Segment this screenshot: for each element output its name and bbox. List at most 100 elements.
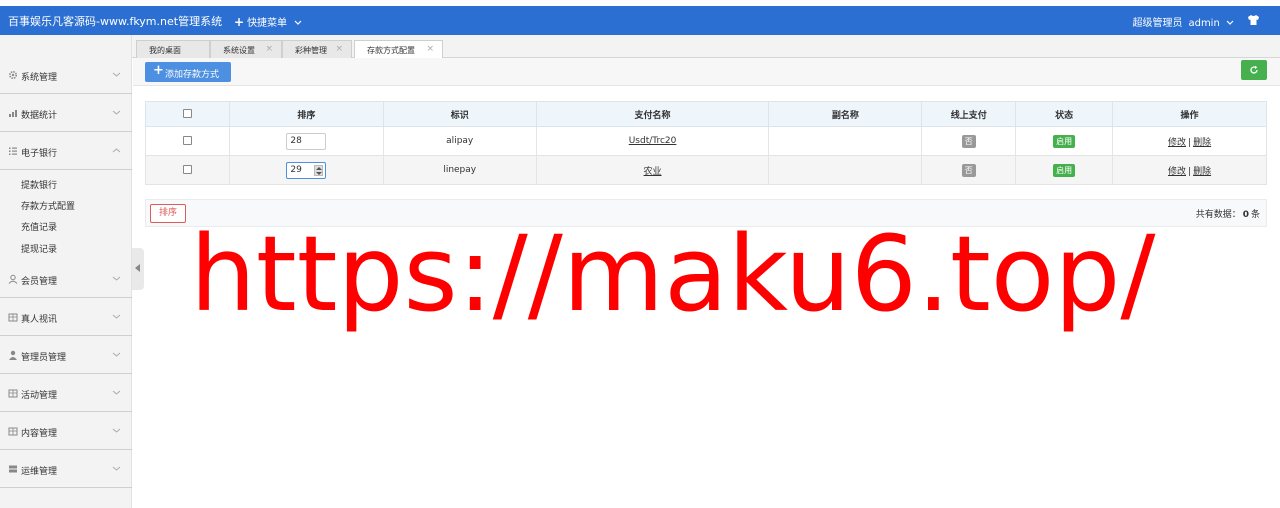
toolbar: + 添加存款方式 xyxy=(133,58,1280,86)
sort-button[interactable]: 排序 xyxy=(150,204,186,223)
sidebar-item-content[interactable]: 内容管理 xyxy=(0,412,132,450)
app-title: 百事娱乐凡客源码-www.fkym.net管理系统 xyxy=(8,15,223,28)
sidebar-item-live-video[interactable]: 真人视讯 xyxy=(0,298,132,336)
actions-cell: 修改 | 删除 xyxy=(1112,155,1267,185)
payment-name-link[interactable]: Usdt/Trc20 xyxy=(629,136,677,146)
total-number: 0 xyxy=(1242,210,1249,220)
sidebar-subitem-deposit-config[interactable]: 存款方式配置 xyxy=(21,199,75,212)
user-role: 超级管理员 xyxy=(1132,18,1183,29)
sidebar-item-members[interactable]: 会员管理 xyxy=(0,260,132,298)
top-navbar: 百事娱乐凡客源码-www.fkym.net管理系统 + 快捷菜单 超级管理员 adm… xyxy=(0,6,1280,35)
chevron-down-icon xyxy=(112,276,121,281)
arrow-down-icon xyxy=(316,171,323,175)
sidebar-item-label: 运维管理 xyxy=(21,467,58,477)
chevron-down-icon xyxy=(1226,20,1234,25)
sidebar-item-admins[interactable]: 管理员管理 xyxy=(0,336,132,374)
tab-system-settings[interactable]: 系统设置 × xyxy=(210,40,282,58)
column-header: 副名称 xyxy=(768,101,923,127)
column-header: 线上支付 xyxy=(921,101,1017,127)
add-deposit-method-button[interactable]: + 添加存款方式 xyxy=(145,62,231,82)
sidebar-subitem-withdraw-bank[interactable]: 提款银行 xyxy=(21,178,57,191)
payment-name-link[interactable]: 农业 xyxy=(644,167,662,177)
online-badge[interactable]: 否 xyxy=(961,134,976,148)
refresh-icon xyxy=(1250,65,1258,74)
tab-lottery[interactable]: 彩种管理 × xyxy=(282,40,352,58)
sidebar-collapse-handle[interactable] xyxy=(132,248,144,290)
plus-icon: + xyxy=(153,63,164,78)
total-count: 共有数据： 0 条 xyxy=(1196,207,1260,220)
row-checkbox[interactable] xyxy=(182,136,192,145)
sidebar-item-system[interactable]: 系统管理 xyxy=(0,56,132,94)
online-badge[interactable]: 否 xyxy=(961,163,976,177)
arrow-up-icon xyxy=(316,166,323,170)
online-cell: 否 xyxy=(921,155,1017,185)
number-spinner[interactable] xyxy=(314,164,324,176)
sidebar-item-ops[interactable]: 运维管理 xyxy=(0,450,132,488)
table-row: 28 alipay Usdt/Trc20 否 启用 修改 | 删除 xyxy=(145,126,1267,156)
close-icon[interactable]: × xyxy=(335,44,343,54)
sidebar-item-label: 真人视讯 xyxy=(21,315,58,325)
tab-label: 彩种管理 xyxy=(295,46,327,55)
sort-input[interactable]: 28 xyxy=(286,132,327,150)
online-cell: 否 xyxy=(921,126,1017,156)
grid-icon xyxy=(8,389,18,398)
sidebar-item-label: 会员管理 xyxy=(21,277,58,287)
sort-cell: 28 xyxy=(228,126,384,156)
close-icon[interactable]: × xyxy=(265,44,273,54)
grid-icon xyxy=(8,427,18,436)
person-icon xyxy=(9,350,17,360)
sidebar: 系统管理 数据统计 电子银行 提款银行 存款方式配置 充值记录 提现记录 会员管… xyxy=(0,35,132,508)
tab-deposit-config[interactable]: 存款方式配置 × xyxy=(354,40,443,59)
actions-cell: 修改 | 删除 xyxy=(1112,126,1267,156)
chevron-left-icon xyxy=(135,264,140,272)
separator: | xyxy=(1188,137,1192,148)
quick-menu-label: 快捷菜单 xyxy=(247,18,288,29)
status-badge[interactable]: 启用 xyxy=(1053,163,1076,177)
sort-input[interactable]: 29 xyxy=(286,161,327,179)
sidebar-item-activities[interactable]: 活动管理 xyxy=(0,374,132,412)
total-prefix: 共有数据： xyxy=(1195,210,1241,220)
sidebar-item-stats[interactable]: 数据统计 xyxy=(0,94,132,132)
user-name: admin xyxy=(1188,18,1220,29)
watermark-url: https://maku6.top/ xyxy=(190,213,1156,335)
quick-menu-button[interactable]: + 快捷菜单 xyxy=(234,14,302,29)
tab-bar: 我的桌面 系统设置 × 彩种管理 × 存款方式配置 × xyxy=(132,35,1280,59)
alias-cell xyxy=(768,155,923,185)
code-cell: alipay xyxy=(382,126,537,156)
sidebar-item-ebank[interactable]: 电子银行 xyxy=(0,132,132,170)
gear-icon xyxy=(8,70,18,80)
delete-link[interactable]: 删除 xyxy=(1193,138,1211,148)
row-select-cell xyxy=(145,155,230,185)
column-header: 状态 xyxy=(1015,101,1114,127)
server-icon xyxy=(9,465,17,473)
sort-cell: 29 xyxy=(228,155,384,185)
user-icon xyxy=(8,274,18,284)
column-header: 标识 xyxy=(382,101,537,127)
column-header: 操作 xyxy=(1112,101,1267,127)
list-icon xyxy=(9,147,17,155)
select-all-header xyxy=(145,101,230,127)
add-button-label: 添加存款方式 xyxy=(165,70,220,80)
delete-link[interactable]: 删除 xyxy=(1193,167,1211,177)
sidebar-item-label: 数据统计 xyxy=(21,111,58,121)
sidebar-item-label: 系统管理 xyxy=(21,73,58,83)
sort-value: 29 xyxy=(290,164,302,175)
sidebar-subitem-withdraw-records[interactable]: 提现记录 xyxy=(21,242,57,255)
status-badge[interactable]: 启用 xyxy=(1053,134,1076,148)
user-menu[interactable]: 超级管理员 admin xyxy=(1132,14,1234,29)
table-header-row: 排序 标识 支付名称 副名称 线上支付 状态 操作 xyxy=(145,101,1267,127)
sidebar-subitem-recharge-records[interactable]: 充值记录 xyxy=(21,220,57,233)
tab-desktop[interactable]: 我的桌面 xyxy=(136,40,210,58)
edit-link[interactable]: 修改 xyxy=(1168,167,1186,177)
sidebar-item-label: 内容管理 xyxy=(21,429,58,439)
select-all-checkbox[interactable] xyxy=(182,109,192,118)
row-checkbox[interactable] xyxy=(182,165,192,174)
table-row: 29 linepay 农业 否 启用 修改 | 删除 xyxy=(145,155,1267,185)
bar-chart-icon xyxy=(9,110,17,117)
sidebar-item-label: 活动管理 xyxy=(21,391,58,401)
tshirt-icon[interactable] xyxy=(1247,14,1260,26)
refresh-button[interactable] xyxy=(1241,60,1267,80)
close-icon[interactable]: × xyxy=(426,44,434,54)
chevron-down-icon xyxy=(112,390,121,395)
edit-link[interactable]: 修改 xyxy=(1168,138,1186,148)
